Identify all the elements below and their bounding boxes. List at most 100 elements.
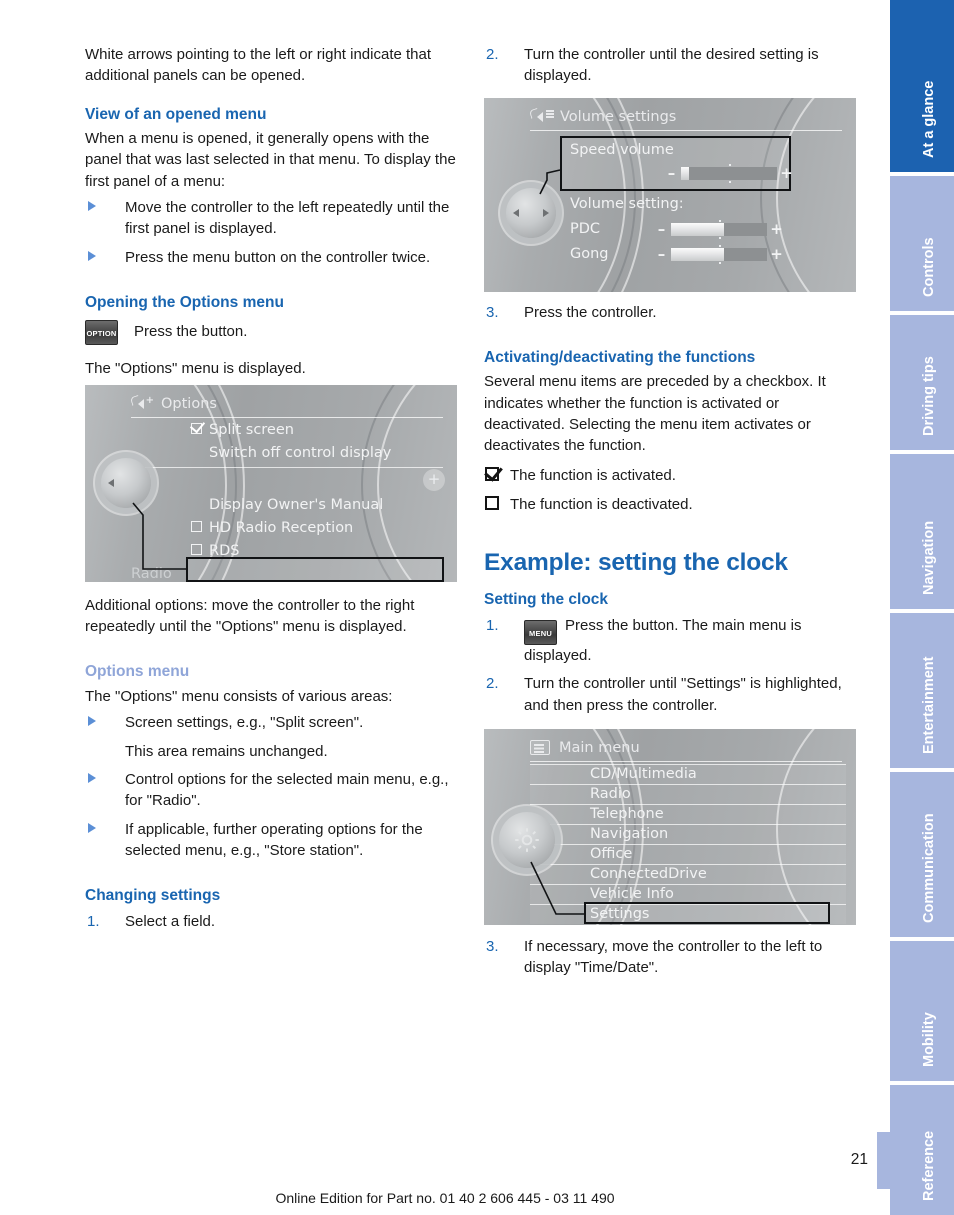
activating-paragraph: Several menu items are preceded by a che… [484,373,826,455]
slider-track[interactable] [681,164,777,184]
right-column: 2. Turn the controller until the desired… [484,44,858,979]
intro-paragraph: White arrows pointing to the left or rig… [85,46,432,85]
screen-row-switch-off-display[interactable]: Switch off control display [131,442,443,465]
main-menu-row-list: CD/Multimedia Radio Telephone Navigation… [530,763,846,924]
menu-button-icon[interactable]: MENU [524,620,557,646]
legend-deactivated: The function is deactivated. [484,494,858,515]
minus-icon[interactable]: – [655,222,668,237]
menu-item-telephone[interactable]: Telephone [530,803,846,824]
checkbox-unchecked-icon [485,495,499,510]
arrow-right-icon [543,208,549,217]
screenshot-options-menu: + Options Split screen Switch off contro… [85,384,457,582]
controller-knob[interactable] [506,187,556,238]
slider-pdc[interactable]: – + [655,220,783,240]
row-label: Radio [131,565,172,582]
sidebar-item-mobility[interactable]: Mobility [890,941,954,1081]
row-label: Vehicle Info [590,885,674,902]
screen-row-hd-radio-reception[interactable]: HD Radio Reception [131,517,443,540]
screenshot-volume-settings: Volume settings Speed volume – + Volume … [484,97,856,292]
screen-row-split-screen[interactable]: Split screen [131,419,443,442]
minus-icon[interactable]: – [655,247,668,262]
speed-volume-label: Speed volume [570,141,674,158]
plus-icon[interactable]: + [770,222,783,237]
heading-changing-settings: Changing settings [85,887,221,905]
sidebar-item-driving-tips[interactable]: Driving tips [890,315,954,450]
tab-label: Controls [921,237,937,297]
list-item-label: If necessary, move the controller to the… [524,937,823,977]
heading-options-menu: Options menu [85,663,190,681]
option-button-icon[interactable]: OPTION [85,319,118,345]
step-number: 1. [486,617,499,635]
slider-gong[interactable]: – + [655,245,783,265]
list-item-label: Press the button. The main menu is displ… [524,617,802,665]
clock-steps: 1. MENU Press the button. The main menu i… [484,615,858,716]
tab-label: Communication [921,813,937,923]
gear-icon [515,828,539,852]
sidebar-item-navigation[interactable]: Navigation [890,454,954,609]
heading-opening-the-options-menu: Opening the Options menu [85,293,284,311]
list-item: 2. Turn the controller until the desired… [484,44,858,87]
slider-track[interactable] [671,220,767,240]
tab-label: Mobility [921,1012,937,1067]
screen-row-display-owners-manual[interactable]: Display Owner's Manual [131,494,443,517]
left-column: White arrows pointing to the left or rig… [85,44,459,932]
slider-fill [671,248,724,262]
step-number: 2. [486,675,499,693]
triangle-bullet-icon [88,250,96,261]
list-item-label: This area remains unchanged. [125,742,328,760]
view-menu-bullet-list: Move the controller to the left repeated… [85,197,459,268]
menu-item-cd-multimedia[interactable]: CD/Multimedia [530,763,846,784]
list-item: If applicable, further operating options… [85,819,459,862]
arrow-left-icon [108,478,114,487]
lines-icon [546,110,554,118]
section-tab-sidebar: At a glance Controls Driving tips Naviga… [890,0,954,1215]
sidebar-item-reference[interactable]: Reference [890,1085,954,1215]
checkbox-unchecked-icon[interactable] [191,520,202,532]
list-item-continuation: This area remains unchanged. [85,741,459,762]
volume-step-3: 3. Press the controller. [484,302,858,323]
row-label: CD/Multimedia [590,765,697,782]
menu-item-vehicle-info[interactable]: Vehicle Info [530,883,846,904]
row-label: Split screen [209,421,294,438]
slider-track[interactable] [671,245,767,265]
checkbox-unchecked-icon[interactable] [191,543,202,555]
speaker-wave-plus-icon: + [131,395,154,412]
screenshot-main-menu: Main menu CD/Multimedia Radio Telephone … [484,728,856,925]
screen-title-bar: + Options [131,392,443,418]
minus-icon[interactable]: – [665,166,678,181]
row-label: Telephone [590,805,664,822]
legend-label: The function is activated. [510,466,676,484]
list-item: Control options for the selected main me… [85,769,459,812]
list-item-label: Control options for the selected main me… [125,770,449,810]
menu-item-navigation[interactable]: Navigation [530,823,846,844]
sidebar-item-controls[interactable]: Controls [890,176,954,311]
sidebar-item-communication[interactable]: Communication [890,772,954,937]
heading-setting-the-clock: Setting the clock [484,591,609,609]
slider-speed-volume[interactable]: – + [665,164,793,184]
list-item: 1. Select a field. [85,911,459,932]
row-divider [131,466,443,468]
selection-highlight-box [584,901,830,924]
options-displayed-paragraph: The "Options" menu is displayed. [85,359,306,377]
list-item: 3. Press the controller. [484,302,858,323]
selection-highlight-box [186,556,444,582]
menu-item-radio[interactable]: Radio [530,783,846,804]
changing-settings-steps: 1. Select a field. [85,911,459,932]
menu-item-office[interactable]: Office [530,843,846,864]
list-item: Screen settings, e.g., "Split screen". [85,712,459,733]
plus-icon[interactable]: + [770,247,783,262]
plus-pip-icon[interactable]: + [423,468,445,491]
pdc-label: PDC [570,220,601,237]
title-underline [530,760,842,762]
controller-knob[interactable] [499,811,555,868]
controller-knob[interactable] [101,457,151,508]
sidebar-item-at-a-glance[interactable]: At a glance [890,0,954,172]
menu-item-connecteddrive[interactable]: ConnectedDrive [530,863,846,884]
option-button-instruction: OPTION Press the button. [85,319,459,345]
list-item-label: Turn the controller until "Settings" is … [524,675,842,714]
checkbox-checked-icon[interactable] [191,422,202,434]
list-item: Move the controller to the left repeated… [85,197,459,240]
plus-icon[interactable]: + [780,166,793,181]
sidebar-item-entertainment[interactable]: Entertainment [890,613,954,768]
speaker-wave-lines-icon [530,108,554,125]
